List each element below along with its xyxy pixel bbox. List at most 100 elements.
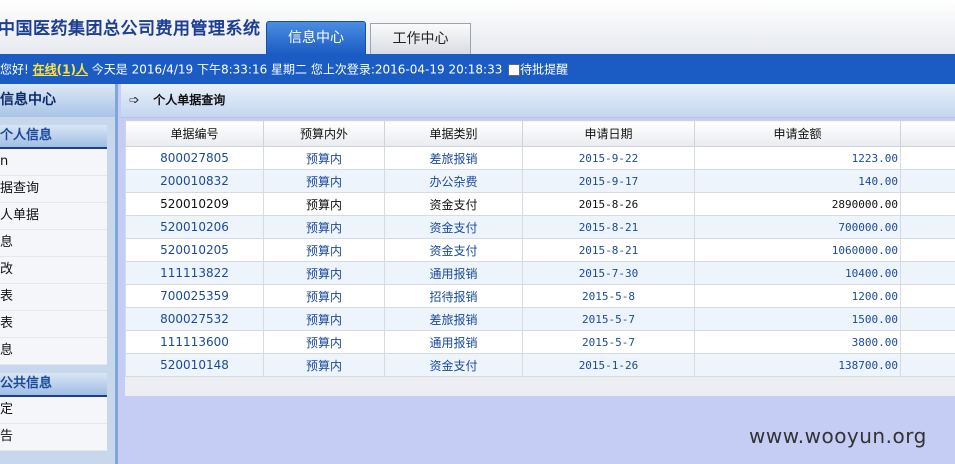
- extra-cell: [900, 169, 955, 193]
- budget-cell: 预算内: [263, 169, 385, 193]
- date-cell: 2015-7-30: [522, 261, 695, 285]
- date-login-text: 今天是 2016/4/19 下午8:33:16 星期二 您上次登录:2016-0…: [91, 62, 503, 77]
- category-cell: 通用报销: [384, 261, 523, 285]
- extra-cell: [900, 284, 955, 308]
- doc-number-cell[interactable]: 520010209: [125, 192, 264, 216]
- extra-cell: [900, 261, 955, 285]
- table-row[interactable]: 520010209 预算内 资金支付 2015-8-26 2890000.00: [125, 192, 955, 216]
- doc-number-cell[interactable]: 111113600: [125, 330, 264, 354]
- tab-work-center[interactable]: 工作中心: [370, 23, 471, 54]
- sidebar-item[interactable]: 表: [0, 311, 107, 338]
- column-header[interactable]: 单据类别: [384, 120, 523, 147]
- date-cell: 2015-8-21: [522, 238, 695, 262]
- doc-number-cell[interactable]: 520010148: [125, 353, 264, 377]
- budget-cell: 预算内: [263, 238, 385, 262]
- column-header[interactable]: 申请金额: [694, 120, 901, 147]
- table-row[interactable]: 520010148 预算内 资金支付 2015-1-26 138700.00: [125, 353, 955, 377]
- budget-cell: 预算内: [263, 192, 385, 216]
- column-header: [900, 120, 955, 147]
- top-header: 中国医药集团总公司费用管理系统 信息中心 工作中心: [0, 0, 955, 54]
- budget-cell: 预算内: [263, 261, 385, 285]
- sidebar-section-personal[interactable]: 个人信息: [0, 125, 107, 149]
- budget-cell: 预算内: [263, 284, 385, 308]
- date-cell: 2015-9-17: [522, 169, 695, 193]
- online-users-link[interactable]: 在线(1)人: [33, 63, 88, 77]
- panel-header: ➩ 个人单据查询: [121, 84, 955, 118]
- budget-cell: 预算内: [263, 146, 385, 170]
- amount-cell: 1223.00: [694, 146, 901, 170]
- doc-number-cell[interactable]: 800027532: [125, 307, 264, 331]
- table-row[interactable]: 111113822 预算内 通用报销 2015-7-30 10400.00: [125, 261, 955, 285]
- amount-cell: 138700.00: [694, 353, 901, 377]
- sidebar-public-list: 定 告: [0, 397, 107, 451]
- sidebar-section-public[interactable]: 公共信息: [0, 373, 107, 397]
- date-cell: 2015-8-26: [522, 192, 695, 216]
- extra-cell: [900, 307, 955, 331]
- column-header[interactable]: 单据编号: [125, 120, 264, 147]
- category-cell: 差旅报销: [384, 146, 523, 170]
- watermark-text: www.wooyun.org: [749, 424, 927, 448]
- tab-info-center[interactable]: 信息中心: [266, 21, 366, 54]
- sidebar-item[interactable]: 告: [0, 424, 107, 451]
- table-row[interactable]: 520010205 预算内 资金支付 2015-8-21 1060000.00: [125, 238, 955, 262]
- doc-number-cell[interactable]: 520010205: [125, 238, 264, 262]
- category-cell: 招待报销: [384, 284, 523, 308]
- main-panel: ➩ 个人单据查询 单据编号 预算内外 单据类别 申请日期 申请金额 800027…: [121, 84, 955, 464]
- pending-reminder-checkbox[interactable]: [508, 63, 521, 76]
- sidebar-item[interactable]: 息: [0, 230, 107, 257]
- date-cell: 2015-9-22: [522, 146, 695, 170]
- extra-cell: [900, 330, 955, 354]
- category-cell: 办公杂费: [384, 169, 523, 193]
- date-cell: 2015-8-21: [522, 215, 695, 239]
- amount-cell: 1500.00: [694, 307, 901, 331]
- sidebar-item[interactable]: 息: [0, 338, 107, 365]
- sidebar-item[interactable]: 据查询: [0, 176, 107, 203]
- amount-cell: 1200.00: [694, 284, 901, 308]
- doc-number-cell[interactable]: 800027805: [125, 146, 264, 170]
- sidebar-personal-list: n 据查询 人单据 息 改 表 表 息: [0, 149, 107, 365]
- table-header-row: 单据编号 预算内外 单据类别 申请日期 申请金额: [125, 120, 955, 147]
- amount-cell: 700000.00: [694, 215, 901, 239]
- table-row[interactable]: 800027532 预算内 差旅报销 2015-5-7 1500.00: [125, 307, 955, 331]
- extra-cell: [900, 353, 955, 377]
- table-row[interactable]: 800027805 预算内 差旅报销 2015-9-22 1223.00: [125, 146, 955, 170]
- amount-cell: 140.00: [694, 169, 901, 193]
- status-bar: 您好! 在线(1)人 今天是 2016/4/19 下午8:33:16 星期二 您…: [0, 54, 955, 84]
- doc-number-cell[interactable]: 520010206: [125, 215, 264, 239]
- date-cell: 2015-5-7: [522, 307, 695, 331]
- sidebar-item[interactable]: 人单据: [0, 203, 107, 230]
- category-cell: 通用报销: [384, 330, 523, 354]
- extra-cell: [900, 215, 955, 239]
- extra-cell: [900, 238, 955, 262]
- sidebar-item[interactable]: 定: [0, 397, 107, 424]
- amount-cell: 10400.00: [694, 261, 901, 285]
- table-row[interactable]: 700025359 预算内 招待报销 2015-5-8 1200.00: [125, 284, 955, 308]
- doc-number-cell[interactable]: 700025359: [125, 284, 264, 308]
- system-title: 中国医药集团总公司费用管理系统: [0, 19, 261, 39]
- sidebar-item[interactable]: 改: [0, 257, 107, 284]
- arrow-right-icon: ➩: [129, 93, 140, 108]
- sidebar-item[interactable]: 表: [0, 284, 107, 311]
- table-row[interactable]: 200010832 预算内 办公杂费 2015-9-17 140.00: [125, 169, 955, 193]
- sidebar-item[interactable]: n: [0, 149, 107, 176]
- amount-cell: 2890000.00: [694, 192, 901, 216]
- date-cell: 2015-1-26: [522, 353, 695, 377]
- category-cell: 资金支付: [384, 215, 523, 239]
- page-title: 个人单据查询: [153, 93, 226, 107]
- budget-cell: 预算内: [263, 330, 385, 354]
- category-cell: 差旅报销: [384, 307, 523, 331]
- budget-cell: 预算内: [263, 215, 385, 239]
- table-row[interactable]: 111113600 预算内 通用报销 2015-5-7 3800.00: [125, 330, 955, 354]
- doc-number-cell[interactable]: 200010832: [125, 169, 264, 193]
- sidebar: 信息中心 个人信息 n 据查询 人单据 息 改 表 表 息 公共信息 定 告: [0, 84, 118, 464]
- table-row[interactable]: 520010206 预算内 资金支付 2015-8-21 700000.00: [125, 215, 955, 239]
- pending-reminder-label: 待批提醒: [520, 62, 569, 77]
- column-header[interactable]: 申请日期: [522, 120, 695, 147]
- category-cell: 资金支付: [384, 353, 523, 377]
- doc-number-cell[interactable]: 111113822: [125, 261, 264, 285]
- extra-cell: [900, 192, 955, 216]
- sidebar-title: 信息中心: [0, 84, 115, 117]
- column-header[interactable]: 预算内外: [263, 120, 385, 147]
- records-grid: 单据编号 预算内外 单据类别 申请日期 申请金额 800027805 预算内 差旅报…: [125, 120, 955, 396]
- greeting-text: 您好!: [0, 62, 29, 77]
